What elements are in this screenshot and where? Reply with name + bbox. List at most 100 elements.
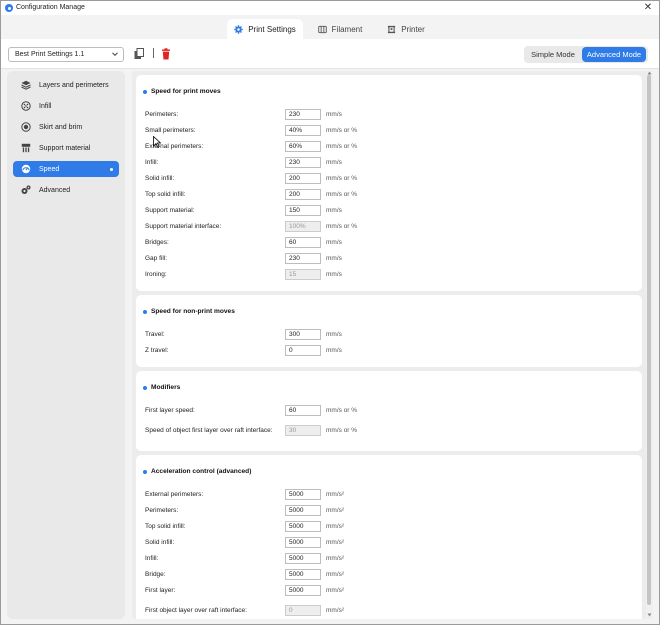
sidebar-item-label: Advanced [39,186,71,194]
setting-row: Infill: 230 mm/s [145,157,625,168]
scrollbar-thumb[interactable] [647,75,651,605]
setting-unit: mm/s² [326,491,345,498]
setting-input[interactable]: 60% [285,141,321,152]
tab-filament[interactable]: Filament [311,19,369,39]
setting-input[interactable]: 60 [285,237,321,248]
sidebar-item-skirt-and-brim[interactable]: Skirt and brim [13,119,119,135]
tab-print-settings[interactable]: Print Settings [227,19,303,39]
setting-unit: mm/s² [326,607,345,614]
scroll-down-arrow-icon[interactable] [647,613,652,617]
setting-input[interactable]: 0 [285,345,321,356]
setting-label: First object layer over raft interface: [145,607,247,614]
preset-dropdown[interactable]: Best Print Settings 1.1 [8,47,124,62]
setting-input[interactable]: 5000 [285,505,321,516]
setting-input: 100% [285,221,321,232]
setting-unit: mm/s² [326,571,345,578]
toolbar-separator [153,48,154,58]
filament-spool-icon [317,25,327,33]
sidebar-item-support-material[interactable]: Support material [13,140,119,156]
setting-input[interactable]: 300 [285,329,321,340]
app-icon [5,4,13,12]
vertical-scrollbar[interactable] [646,71,653,619]
mode-toggle: Simple Mode Advanced Mode [524,46,648,63]
setting-input[interactable]: 5000 [285,569,321,580]
sidebar-item-label: Support material [39,144,91,152]
setting-input[interactable]: 5000 [285,521,321,532]
bullet-icon [143,309,147,314]
gear-icon [234,24,243,34]
setting-unit: mm/s or % [326,191,358,198]
section-title: Speed for print moves [151,88,221,95]
setting-unit: mm/s² [326,507,345,514]
setting-label: Small perimeters: [145,127,196,134]
setting-input[interactable]: 200 [285,173,321,184]
setting-input[interactable]: 230 [285,157,321,168]
sidebar-item-advanced[interactable]: Advanced [13,182,119,198]
setting-unit: mm/s or % [326,143,358,150]
setting-label: External perimeters: [145,491,204,498]
setting-input[interactable]: 150 [285,205,321,216]
setting-label: Bridge: [145,571,166,578]
close-button[interactable]: ✕ [641,1,655,15]
setting-unit: mm/s or % [326,175,358,182]
setting-row: Support material interface: 100% mm/s or % [145,221,625,232]
setting-input[interactable]: 230 [285,109,321,120]
setting-unit: mm/s² [326,523,345,530]
setting-row: External perimeters: 60% mm/s or % [145,141,625,152]
title-bar: Configuration Manage ✕ [1,1,659,15]
layers-icon [21,80,31,90]
setting-label: First layer: [145,587,176,594]
section-header: Acceleration control (advanced) [143,468,251,475]
setting-row: Ironing: 15 mm/s [145,269,625,280]
setting-unit: mm/s² [326,539,345,546]
section-title: Acceleration control (advanced) [151,468,252,475]
setting-input[interactable]: 200 [285,189,321,200]
setting-label: Travel: [145,331,165,338]
setting-input[interactable]: 5000 [285,489,321,500]
window-title: Configuration Manage [16,4,85,11]
section-modifiers: Modifiers First layer speed: 60 mm/s or % … [136,371,642,451]
bullet-icon [143,469,147,474]
setting-input[interactable]: 5000 [285,553,321,564]
simple-mode-button[interactable]: Simple Mode [526,47,580,62]
setting-input[interactable]: 5000 [285,585,321,596]
setting-row: Bridges: 60 mm/s [145,237,625,248]
setting-input[interactable]: 60 [285,405,321,416]
delete-icon[interactable] [161,48,171,60]
sidebar-item-label: Layers and perimeters [39,81,109,89]
tab-label: Filament [331,24,363,34]
sidebar-item-label: Skirt and brim [39,123,83,131]
setting-unit: mm/s or % [326,407,358,414]
advanced-mode-button[interactable]: Advanced Mode [582,47,646,62]
setting-label: Solid infill: [145,539,175,546]
sidebar-item-infill[interactable]: Infill [13,98,119,114]
setting-row: Z travel: 0 mm/s [145,345,625,356]
section-header: Speed for non-print moves [143,308,235,315]
setting-row: Infill: 5000 mm/s² [145,553,625,564]
setting-input[interactable]: 230 [285,253,321,264]
setting-unit: mm/s [326,159,342,166]
sidebar-item-speed[interactable]: Speed [13,161,119,177]
setting-row: Solid infill: 5000 mm/s² [145,537,625,548]
section-speed-print-moves: Speed for print moves Perimeters: 230 mm/s… [136,75,642,291]
setting-label: Perimeters: [145,111,179,118]
setting-label: First layer speed: [145,407,195,414]
setting-unit: mm/s or % [326,127,358,134]
setting-input[interactable]: 40% [285,125,321,136]
setting-label: Support material interface: [145,223,222,230]
active-indicator-dot [110,168,113,171]
setting-row: Solid infill: 200 mm/s or % [145,173,625,184]
copy-icon[interactable] [134,48,144,60]
section-header: Modifiers [143,384,180,391]
setting-row: Perimeters: 230 mm/s [145,109,625,120]
section-title: Modifiers [151,384,181,391]
setting-input[interactable]: 5000 [285,537,321,548]
section-title: Speed for non-print moves [151,308,235,315]
setting-row: Speed of object first layer over raft in… [145,425,625,436]
support-icon [21,143,31,153]
setting-label: Bridges: [145,239,169,246]
setting-unit: mm/s² [326,555,345,562]
sidebar-item-layers-and-perimeters[interactable]: Layers and perimeters [13,77,119,93]
setting-row: Small perimeters: 40% mm/s or % [145,125,625,136]
tab-printer[interactable]: Printer [381,19,431,39]
